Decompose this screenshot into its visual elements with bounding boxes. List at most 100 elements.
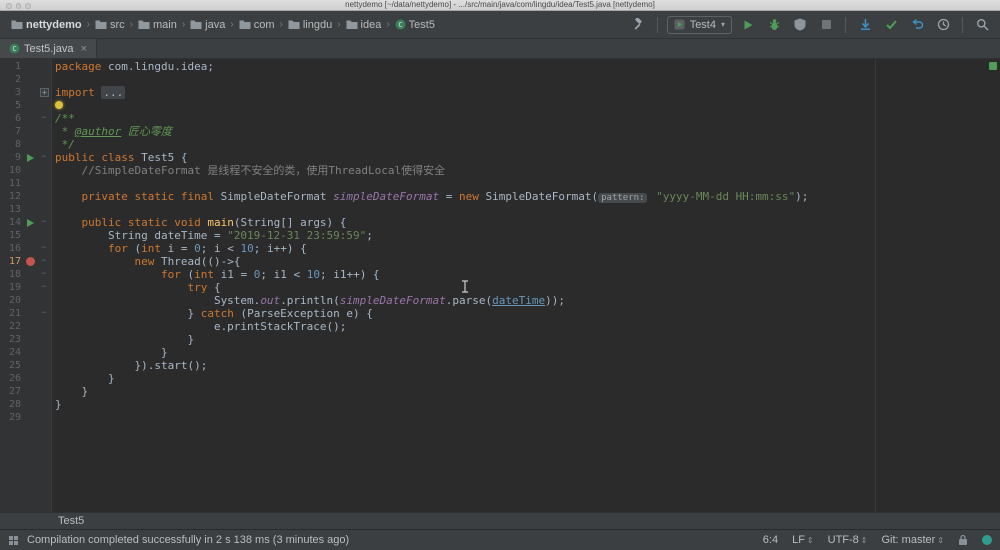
code-line[interactable]: 10 //SimpleDateFormat 是线程不安全的类，使用ThreadL… <box>0 164 1000 177</box>
code-line[interactable]: 19− try { <box>0 281 1000 294</box>
line-separator-widget[interactable]: LF⇕ <box>792 534 814 546</box>
breadcrumb-item-idea[interactable]: idea <box>343 18 385 32</box>
vcs-commit-icon[interactable] <box>881 16 901 34</box>
window-titlebar[interactable]: nettydemo [~/data/nettydemo] - .../src/m… <box>0 0 1000 11</box>
code-line[interactable]: 1package com.lingdu.idea; <box>0 60 1000 73</box>
encoding-widget[interactable]: UTF-8⇕ <box>828 534 868 546</box>
code-line[interactable]: 5 <box>0 99 1000 112</box>
fold-marker[interactable]: − <box>38 255 52 268</box>
toolwindow-toggle-icon[interactable] <box>8 535 19 546</box>
code-line[interactable]: 27 } <box>0 385 1000 398</box>
line-number[interactable]: 1 <box>0 60 24 73</box>
code-line[interactable]: 29 <box>0 411 1000 424</box>
line-number[interactable]: 10 <box>0 164 24 177</box>
history-icon[interactable] <box>933 16 953 34</box>
coverage-icon[interactable] <box>790 16 810 34</box>
line-number[interactable]: 28 <box>0 398 24 411</box>
breadcrumb-item-lingdu[interactable]: lingdu <box>285 18 335 32</box>
tab-test5-java[interactable]: C Test5.java × <box>0 39 97 58</box>
code-line[interactable]: 24 } <box>0 346 1000 359</box>
fold-marker[interactable]: − <box>38 281 52 294</box>
line-number[interactable]: 13 <box>0 203 24 216</box>
run-icon[interactable] <box>738 16 758 34</box>
line-number[interactable]: 27 <box>0 385 24 398</box>
line-number[interactable]: 19 <box>0 281 24 294</box>
breadcrumb-item-com[interactable]: com <box>236 18 278 32</box>
line-number[interactable]: 7 <box>0 125 24 138</box>
breakpoint-icon[interactable] <box>24 255 38 268</box>
git-branch-widget[interactable]: Git: master⇕ <box>882 534 945 546</box>
code-line[interactable]: 15 String dateTime = "2019-12-31 23:59:5… <box>0 229 1000 242</box>
fold-marker[interactable]: − <box>38 112 52 125</box>
line-number[interactable]: 20 <box>0 294 24 307</box>
code-line[interactable]: 20 System.out.println(simpleDateFormat.p… <box>0 294 1000 307</box>
status-message[interactable]: Compilation completed successfully in 2 … <box>27 534 349 546</box>
readonly-lock-icon[interactable] <box>958 534 968 546</box>
line-number[interactable]: 24 <box>0 346 24 359</box>
line-number[interactable]: 26 <box>0 372 24 385</box>
line-number[interactable]: 11 <box>0 177 24 190</box>
breadcrumb-file[interactable]: Test5 <box>58 515 84 527</box>
line-number[interactable]: 17 <box>0 255 24 268</box>
minimize-window-button[interactable] <box>16 3 22 9</box>
fold-marker[interactable]: − <box>38 151 52 164</box>
line-number[interactable]: 25 <box>0 359 24 372</box>
line-number[interactable]: 3 <box>0 86 24 99</box>
run-gutter-icon[interactable] <box>24 151 38 164</box>
code-line[interactable]: 7 * @author 匠心零度 <box>0 125 1000 138</box>
line-number[interactable]: 23 <box>0 333 24 346</box>
line-number[interactable]: 6 <box>0 112 24 125</box>
caret-position[interactable]: 6:4 <box>763 534 778 546</box>
code-line[interactable]: 14− public static void main(String[] arg… <box>0 216 1000 229</box>
code-line[interactable]: 13 <box>0 203 1000 216</box>
line-number[interactable]: 9 <box>0 151 24 164</box>
line-number[interactable]: 18 <box>0 268 24 281</box>
line-number[interactable]: 12 <box>0 190 24 203</box>
close-window-button[interactable] <box>6 3 12 9</box>
code-line[interactable]: 3+import ... <box>0 86 1000 99</box>
line-number[interactable]: 16 <box>0 242 24 255</box>
code-line[interactable]: 18− for (int i1 = 0; i1 < 10; i1++) { <box>0 268 1000 281</box>
line-number[interactable]: 14 <box>0 216 24 229</box>
fold-marker[interactable]: + <box>38 86 52 99</box>
vcs-update-icon[interactable] <box>855 16 875 34</box>
line-number[interactable]: 29 <box>0 411 24 424</box>
line-number[interactable]: 5 <box>0 99 24 112</box>
run-gutter-icon[interactable] <box>24 216 38 229</box>
breadcrumb-item-nettydemo[interactable]: nettydemo <box>8 18 85 32</box>
line-number[interactable]: 2 <box>0 73 24 86</box>
code-line[interactable]: 17− new Thread(()->{ <box>0 255 1000 268</box>
breadcrumb-item-src[interactable]: src <box>92 18 128 32</box>
vcs-rollback-icon[interactable] <box>907 16 927 34</box>
line-number[interactable]: 21 <box>0 307 24 320</box>
line-number[interactable]: 22 <box>0 320 24 333</box>
breadcrumb-item-main[interactable]: main <box>135 18 180 32</box>
breadcrumb-item-java[interactable]: java <box>187 18 228 32</box>
line-number[interactable]: 8 <box>0 138 24 151</box>
stop-icon[interactable] <box>816 16 836 34</box>
zoom-window-button[interactable] <box>25 3 31 9</box>
code-line[interactable]: 11 <box>0 177 1000 190</box>
build-icon[interactable] <box>628 16 648 34</box>
highlighting-level-icon[interactable] <box>982 535 992 545</box>
code-line[interactable]: 22 e.printStackTrace(); <box>0 320 1000 333</box>
code-line[interactable]: 28} <box>0 398 1000 411</box>
code-line[interactable]: 23 } <box>0 333 1000 346</box>
fold-marker[interactable]: − <box>38 242 52 255</box>
breadcrumb-item-test5[interactable]: CTest5 <box>392 18 438 32</box>
code-line[interactable]: 8 */ <box>0 138 1000 151</box>
code-line[interactable]: 2 <box>0 73 1000 86</box>
search-icon[interactable] <box>972 16 992 34</box>
code-line[interactable]: 9−public class Test5 { <box>0 151 1000 164</box>
code-line[interactable]: 12 private static final SimpleDateFormat… <box>0 190 1000 203</box>
fold-marker[interactable]: − <box>38 307 52 320</box>
intention-bulb-icon[interactable] <box>55 101 63 109</box>
fold-marker[interactable]: − <box>38 268 52 281</box>
code-line[interactable]: 21− } catch (ParseException e) { <box>0 307 1000 320</box>
inspection-status-indicator[interactable] <box>989 62 997 70</box>
line-number[interactable]: 15 <box>0 229 24 242</box>
code-line[interactable]: 25 }).start(); <box>0 359 1000 372</box>
code-editor[interactable]: 1package com.lingdu.idea;23+import ...56… <box>0 59 1000 512</box>
close-tab-icon[interactable]: × <box>81 44 87 54</box>
code-line[interactable]: 6−/** <box>0 112 1000 125</box>
